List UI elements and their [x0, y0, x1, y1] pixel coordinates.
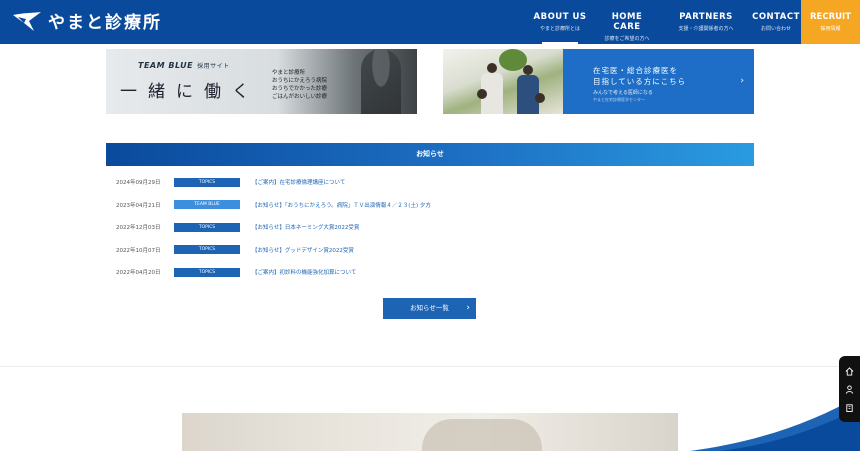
- team-blue-copy-line: やまと診療所: [272, 70, 306, 76]
- news-tag: TOPICS: [174, 177, 240, 187]
- news-tag: TEAM BLUE: [174, 200, 240, 210]
- news-title: 【お知らせ】「おうちにかえろう。病院」ＴＶ出演情報４／２３(土) 夕方: [252, 202, 431, 209]
- doctor-training-title: 在宅医・総合診療医を 目指している方にこちら: [593, 65, 686, 87]
- news-date: 2022年04月20日: [116, 270, 161, 277]
- nav-partners-sub: 支援・介護関係者の方へ: [678, 26, 734, 32]
- logo-text: やまと診療所: [48, 13, 162, 33]
- news-title: 【ご案内】在宅診療倫理講座について: [252, 180, 346, 187]
- nav-contact[interactable]: CONTACT お問い合わせ: [751, 0, 801, 44]
- nav-about-us[interactable]: ABOUT US やまと診療所とは: [529, 0, 591, 44]
- team-blue-copy-line: ごはんがおいしい診療: [272, 94, 328, 100]
- news-title: 【ご案内】初診料の機能強化加算について: [252, 270, 357, 277]
- nav-home-care[interactable]: HOME CARE 診療をご希望の方へ: [597, 0, 657, 44]
- news-date: 2022年12月03日: [116, 225, 161, 232]
- decorative-wave: [690, 395, 860, 451]
- nav-about-us-label: ABOUT US: [533, 12, 587, 22]
- nav-contact-sub: お問い合わせ: [760, 26, 791, 32]
- doctor-training-banner[interactable]: 在宅医・総合診療医を 目指している方にこちら みんなで考える医師になる やまと在…: [443, 49, 754, 114]
- home-icon[interactable]: [845, 366, 854, 376]
- team-blue-copy-line: おうちでかかった診療: [272, 86, 328, 92]
- nav-contact-label: CONTACT: [752, 12, 800, 22]
- news-title: 【お知らせ】グッドデザイン賞2022受賞: [252, 247, 354, 254]
- chevron-right-icon: ›: [466, 303, 470, 313]
- news-list: 2024年09月29日 TOPICS 【ご案内】在宅診療倫理講座について 202…: [106, 171, 754, 284]
- person-icon[interactable]: [845, 384, 854, 394]
- team-blue-logo: TEAM BLUE 採用サイト: [138, 61, 230, 70]
- news-date: 2023年04月21日: [116, 202, 161, 209]
- news-tag: TOPICS: [174, 222, 240, 232]
- nav-recruit-button[interactable]: RECRUIT 採用情報: [801, 0, 860, 44]
- team-blue-banner[interactable]: TEAM BLUE 採用サイト 一緒に働く やまと診療所 おうちにかえろう病院 お…: [106, 49, 417, 114]
- news-item[interactable]: 2022年04月20日 TOPICS 【ご案内】初診料の機能強化加算について: [106, 261, 754, 284]
- site-logo[interactable]: やまと診療所: [12, 8, 162, 33]
- site-header: やまと診療所 ABOUT US やまと診療所とは HOME CARE 診療をご希…: [0, 0, 860, 44]
- news-item[interactable]: 2024年09月29日 TOPICS 【ご案内】在宅診療倫理講座について: [106, 171, 754, 194]
- team-blue-name: TEAM BLUE: [138, 61, 194, 70]
- banner-person-image: [361, 49, 401, 114]
- news-date: 2022年10月07日: [116, 247, 161, 254]
- news-item[interactable]: 2022年10月07日 TOPICS 【お知らせ】グッドデザイン賞2022受賞: [106, 239, 754, 262]
- news-item[interactable]: 2023年04月21日 TEAM BLUE 【お知らせ】「おうちにかえろう。病院…: [106, 194, 754, 217]
- chevron-right-icon: ›: [740, 76, 744, 86]
- nav-about-us-sub: やまと診療所とは: [539, 26, 580, 32]
- section-divider: [0, 366, 860, 367]
- doctor-training-sub: みんなで考える医師になる: [593, 90, 653, 96]
- nav-partners[interactable]: PARTNERS 支援・介護関係者の方へ: [667, 0, 745, 44]
- news-more-label: お知らせ一覧: [410, 304, 449, 312]
- doctor-training-title-line: 目指している方にこちら: [593, 77, 687, 86]
- team-blue-headline: 一緒に働く: [120, 82, 260, 102]
- nav-partners-label: PARTNERS: [679, 12, 733, 22]
- nav-home-care-label: HOME CARE: [611, 12, 643, 32]
- building-icon[interactable]: [845, 403, 854, 412]
- news-item[interactable]: 2022年12月03日 TOPICS 【お知らせ】日本ネーミング大賞2022受賞: [106, 216, 754, 239]
- team-blue-copy-line: おうちにかえろう病院: [272, 78, 328, 84]
- news-title: 【お知らせ】日本ネーミング大賞2022受賞: [252, 225, 360, 232]
- news-tag: TOPICS: [174, 245, 240, 255]
- news-date: 2024年09月29日: [116, 180, 161, 187]
- side-floating-menu: [839, 356, 860, 422]
- team-photo-image: [443, 49, 563, 114]
- recruit-sub: 採用情報: [820, 26, 841, 32]
- recruit-label: RECRUIT: [810, 12, 851, 22]
- news-heading: お知らせ: [106, 143, 754, 166]
- team-blue-copy: やまと診療所 おうちにかえろう病院 おうちでかかった診療 ごはんがおいしい診療: [272, 69, 327, 101]
- team-blue-sub: 採用サイト: [197, 63, 230, 70]
- nav-home-care-sub: 診療をご希望の方へ: [604, 36, 650, 42]
- news-more-button[interactable]: お知らせ一覧 ›: [383, 298, 476, 319]
- doctor-training-title-line: 在宅医・総合診療医を: [593, 66, 678, 75]
- doctor-training-org: やまと在宅診療医学センター: [593, 97, 645, 102]
- hero-photo-image: [182, 413, 678, 451]
- news-tag: TOPICS: [174, 267, 240, 277]
- main-nav: ABOUT US やまと診療所とは HOME CARE 診療をご希望の方へ PA…: [529, 0, 801, 44]
- logo-bird-icon: [13, 11, 41, 31]
